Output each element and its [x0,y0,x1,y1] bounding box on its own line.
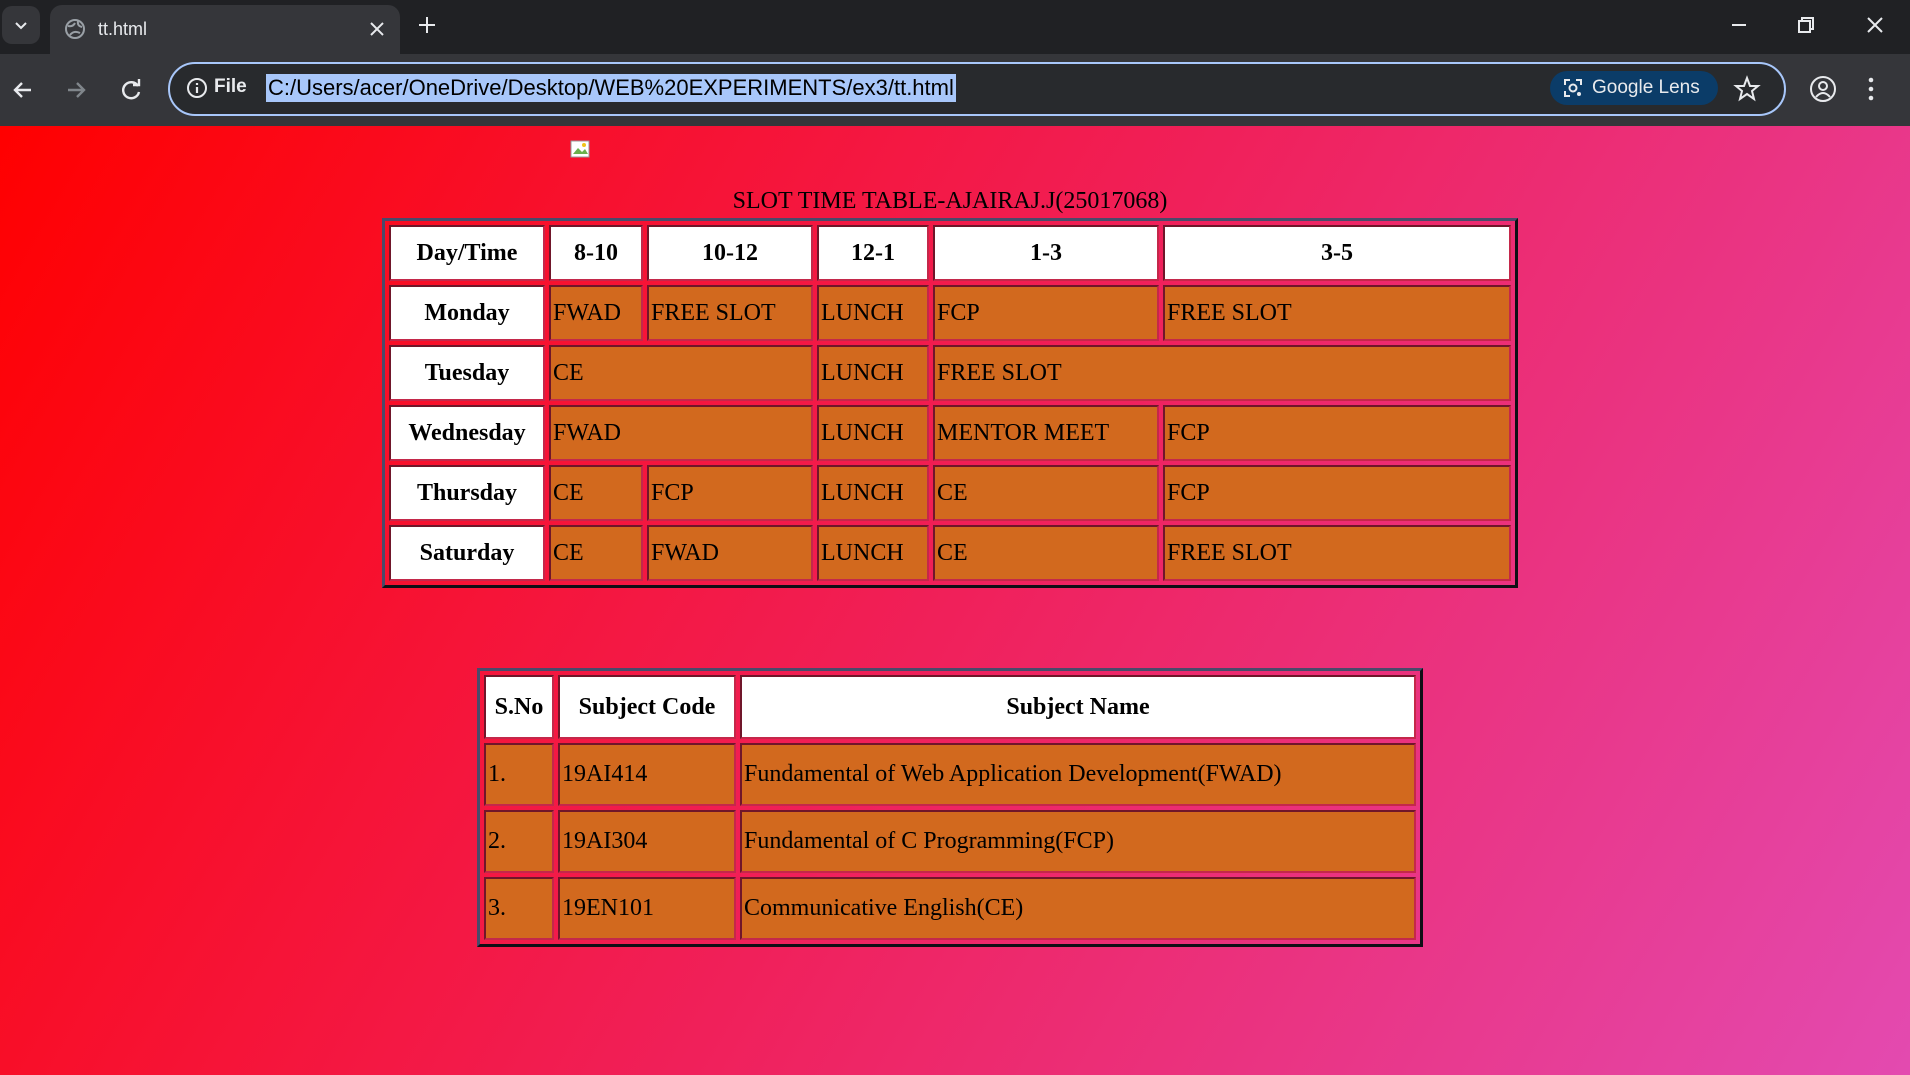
info-icon[interactable] [186,77,208,99]
name-cell: Communicative English(CE) [740,877,1416,940]
reload-icon[interactable] [117,76,145,104]
header-cell: 12-1 [817,225,929,281]
day-cell: Wednesday [389,405,545,461]
table-row: Wednesday FWAD LUNCH MENTOR MEET FCP [389,405,1511,461]
slot-cell: FCP [1163,465,1511,521]
globe-icon [65,19,85,39]
slot-cell: CE [549,525,643,581]
slot-cell: FREE SLOT [1163,525,1511,581]
tab-title: tt.html [98,19,148,39]
table-row: Thursday CE FCP LUNCH CE FCP [389,465,1511,521]
header-cell: 3-5 [1163,225,1511,281]
forward-arrow-icon[interactable] [62,76,90,104]
minimize-icon[interactable] [1726,12,1752,38]
slot-cell: FREE SLOT [647,285,813,341]
bookmark-star-icon[interactable] [1733,75,1761,103]
table-row: Monday FWAD FREE SLOT LUNCH FCP FREE SLO… [389,285,1511,341]
day-cell: Saturday [389,525,545,581]
broken-image-icon [570,140,590,158]
timetable: Day/Time 8-10 10-12 12-1 1-3 3-5 Monday … [382,218,1518,588]
header-cell: 1-3 [933,225,1159,281]
slot-cell: FREE SLOT [933,345,1511,401]
slot-cell: CE [549,345,813,401]
day-cell: Monday [389,285,545,341]
google-lens-label: Google Lens [1592,77,1700,98]
profile-icon[interactable] [1808,74,1838,104]
slot-cell: LUNCH [817,525,929,581]
restore-icon[interactable] [1793,12,1819,38]
sno-cell: 2. [484,810,554,873]
table-row: Saturday CE FWAD LUNCH CE FREE SLOT [389,525,1511,581]
slot-cell: CE [933,525,1159,581]
header-cell: 8-10 [549,225,643,281]
address-bar[interactable]: File C:/Users/acer/OneDrive/Desktop/WEB%… [168,62,1786,116]
url-scheme-label: File [214,76,247,97]
kebab-menu-icon[interactable] [1866,74,1876,104]
subjects-table: S.No Subject Code Subject Name 1. 19AI41… [477,668,1423,947]
slot-cell: FWAD [647,525,813,581]
slot-cell: FREE SLOT [1163,285,1511,341]
table-row: 2. 19AI304 Fundamental of C Programming(… [484,810,1416,873]
code-cell: 19EN101 [558,877,736,940]
name-cell: Fundamental of Web Application Developme… [740,743,1416,806]
sno-cell: 3. [484,877,554,940]
chevron-down-icon [15,22,27,30]
timetable-caption: SLOT TIME TABLE-AJAIRAJ.J(25017068) [732,188,1168,214]
slot-cell: CE [549,465,643,521]
header-cell: 10-12 [647,225,813,281]
timetable-header-row: Day/Time 8-10 10-12 12-1 1-3 3-5 [389,225,1511,281]
slot-cell: CE [933,465,1159,521]
close-tab-icon[interactable] [368,20,386,38]
tab-search-button[interactable] [2,6,40,44]
close-window-icon[interactable] [1862,12,1888,38]
slot-cell: FCP [933,285,1159,341]
header-cell: Subject Name [740,675,1416,739]
slot-cell: LUNCH [817,285,929,341]
header-cell: Day/Time [389,225,545,281]
slot-cell: FWAD [549,285,643,341]
slot-cell: FCP [1163,405,1511,461]
day-cell: Thursday [389,465,545,521]
code-cell: 19AI414 [558,743,736,806]
slot-cell: FCP [647,465,813,521]
slot-cell: MENTOR MEET [933,405,1159,461]
slot-cell: LUNCH [817,405,929,461]
browser-toolbar: File C:/Users/acer/OneDrive/Desktop/WEB%… [0,54,1910,126]
url-text[interactable]: C:/Users/acer/OneDrive/Desktop/WEB%20EXP… [266,74,956,102]
code-cell: 19AI304 [558,810,736,873]
header-cell: S.No [484,675,554,739]
header-cell: Subject Code [558,675,736,739]
name-cell: Fundamental of C Programming(FCP) [740,810,1416,873]
new-tab-icon[interactable] [416,14,438,36]
lens-icon [1564,79,1582,97]
table-row: Tuesday CE LUNCH FREE SLOT [389,345,1511,401]
table-row: 1. 19AI414 Fundamental of Web Applicatio… [484,743,1416,806]
google-lens-button[interactable]: Google Lens [1550,71,1718,105]
sno-cell: 1. [484,743,554,806]
slot-cell: LUNCH [817,465,929,521]
slot-cell: FWAD [549,405,813,461]
browser-titlebar: tt.html [0,0,1910,54]
back-arrow-icon[interactable] [9,76,37,104]
table-row: 3. 19EN101 Communicative English(CE) [484,877,1416,940]
subjects-header-row: S.No Subject Code Subject Name [484,675,1416,739]
browser-tab[interactable]: tt.html [50,5,400,54]
day-cell: Tuesday [389,345,545,401]
slot-cell: LUNCH [817,345,929,401]
page-viewport: SLOT TIME TABLE-AJAIRAJ.J(25017068) Day/… [0,126,1910,1075]
